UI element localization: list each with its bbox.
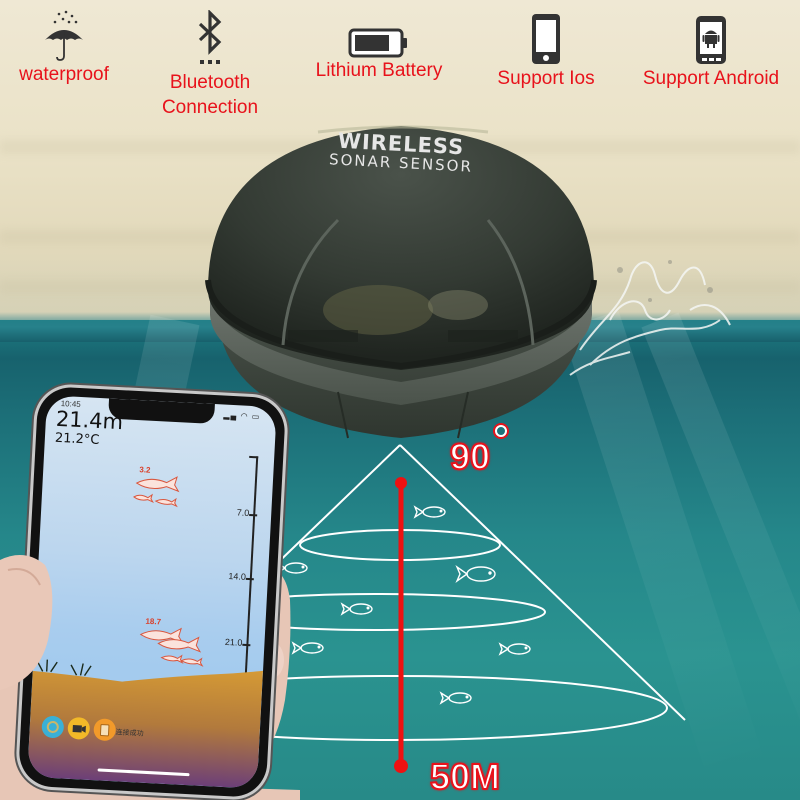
fish-icon (133, 476, 180, 508)
signal-wifi-battery-icons: ▂▄ ◠ ▭ (223, 410, 261, 422)
clipboard-icon (99, 724, 110, 737)
product-scene: waterproof Bluetooth Connection Lithium … (0, 0, 800, 800)
camera-button[interactable] (67, 716, 91, 740)
clipboard-button[interactable] (93, 718, 117, 742)
depth-tick: 7.0 (211, 506, 250, 518)
depth-readout: 21.4m (55, 406, 124, 435)
connection-status: 连接成功 (115, 729, 144, 738)
video-camera-icon (72, 725, 86, 733)
smartphone-mockup: 10:45 ▂▄ ◠ ▭ 21.4m 21.2°C 7.0 14.0 21.0 … (17, 385, 287, 799)
depth-tick: 14.0 (208, 570, 246, 582)
fishfinder-app-screen: 10:45 ▂▄ ◠ ▭ 21.4m 21.2°C 7.0 14.0 21.0 … (27, 395, 277, 789)
settings-button[interactable] (41, 715, 65, 739)
gear-icon (46, 720, 59, 733)
temperature-readout: 21.2°C (54, 430, 100, 449)
phone-notch (108, 398, 215, 425)
